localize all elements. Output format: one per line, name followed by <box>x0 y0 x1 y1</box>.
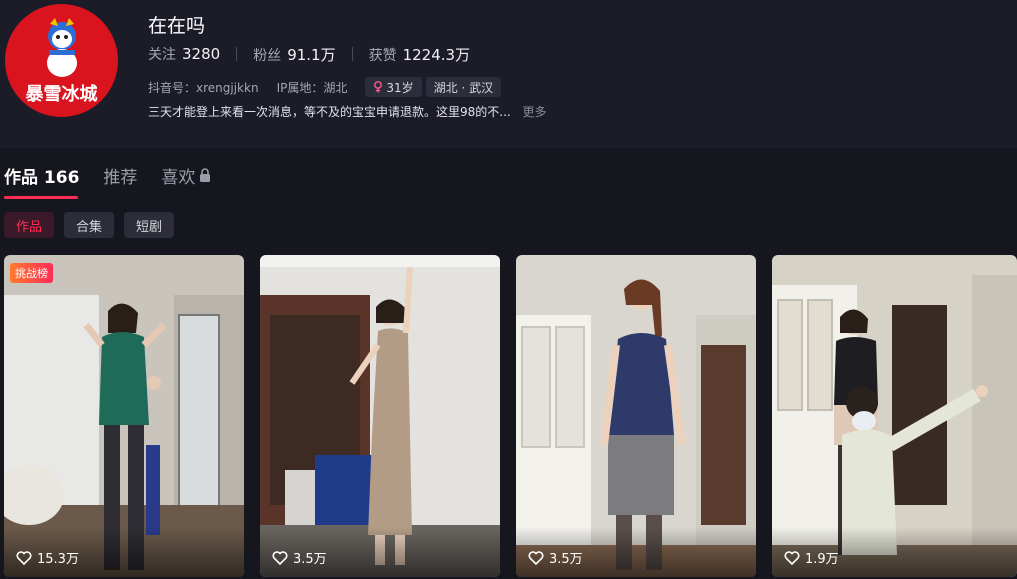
content-tabs: 作品 166 推荐 喜欢 <box>4 160 235 200</box>
bio-more-link[interactable]: 更多 <box>523 105 547 119</box>
like-count-value: 1.9万 <box>805 552 839 567</box>
profile-header: 暴雪冰城 在在吗 关注 3280 粉丝 91.1万 获赞 1224.3万 抖音号… <box>0 0 1017 148</box>
tab-label: 喜欢 <box>161 167 196 188</box>
stat-label: 粉丝 <box>253 47 282 64</box>
video-card[interactable]: 3.5万 <box>260 255 500 577</box>
snowman-mascot-icon <box>47 18 77 77</box>
profile-meta: 抖音号：xrengjjkkn IP属地：湖北 31岁 湖北 · 武汉 <box>148 77 505 97</box>
filter-chips: 作品 合集 短剧 <box>4 212 184 238</box>
female-icon <box>374 81 383 93</box>
heart-icon <box>16 550 32 565</box>
video-card[interactable]: 1.9万 <box>772 255 1017 577</box>
age-tag: 31岁 <box>365 77 422 97</box>
ip-location: IP属地：湖北 <box>276 80 348 95</box>
video-card[interactable]: 3.5万 <box>516 255 756 577</box>
stat-likes: 获赞 1224.3万 <box>369 44 471 65</box>
region-tag: 湖北 · 武汉 <box>425 77 502 97</box>
profile-bio: 三天才能登上来看一次消息，等不及的宝宝申请退款。这里98的不... 更多 <box>148 103 547 120</box>
like-count: 3.5万 <box>528 548 583 567</box>
stat-label: 关注 <box>148 47 176 63</box>
stat-followers[interactable]: 粉丝 91.1万 <box>253 44 335 65</box>
like-count-value: 15.3万 <box>37 552 79 567</box>
filter-works-chip[interactable]: 作品 <box>4 212 55 238</box>
like-count-value: 3.5万 <box>549 552 583 567</box>
stat-label: 获赞 <box>368 47 397 64</box>
tab-active-indicator <box>4 196 78 199</box>
heart-icon <box>784 550 800 565</box>
like-count: 15.3万 <box>16 548 79 567</box>
tab-label: 作品 166 <box>4 167 80 188</box>
heart-icon <box>528 550 544 565</box>
stat-divider <box>351 47 353 61</box>
filter-short-drama-chip[interactable]: 短剧 <box>124 212 175 238</box>
like-count-value: 3.5万 <box>293 552 327 567</box>
avatar-brand-text: 暴雪冰城 <box>25 84 98 105</box>
tab-recommend[interactable]: 推荐 <box>103 160 137 190</box>
lock-icon <box>200 168 211 182</box>
avatar[interactable]: 暴雪冰城 <box>5 4 118 117</box>
like-count: 3.5万 <box>272 548 327 567</box>
stat-divider <box>236 47 238 61</box>
stat-value: 91.1万 <box>287 45 336 64</box>
video-card[interactable]: 挑战榜 15.3万 <box>4 255 244 577</box>
tab-label: 推荐 <box>103 167 138 188</box>
stat-value: 3280 <box>182 45 221 63</box>
douyin-id: 抖音号：xrengjjkkn <box>148 80 259 95</box>
stat-following[interactable]: 关注 3280 <box>148 44 220 64</box>
tab-likes[interactable]: 喜欢 <box>161 160 211 190</box>
profile-name: 在在吗 <box>148 15 206 37</box>
challenge-badge: 挑战榜 <box>10 263 53 283</box>
like-count: 1.9万 <box>784 548 839 567</box>
profile-stats: 关注 3280 粉丝 91.1万 获赞 1224.3万 <box>148 44 470 64</box>
stat-value: 1224.3万 <box>402 45 471 64</box>
age-tag-label: 31岁 <box>386 80 414 95</box>
tab-works[interactable]: 作品 166 <box>4 160 80 199</box>
heart-icon <box>272 550 288 565</box>
filter-collections-chip[interactable]: 合集 <box>64 212 115 238</box>
bio-text: 三天才能登上来看一次消息，等不及的宝宝申请退款。这里98的不... <box>148 105 511 119</box>
